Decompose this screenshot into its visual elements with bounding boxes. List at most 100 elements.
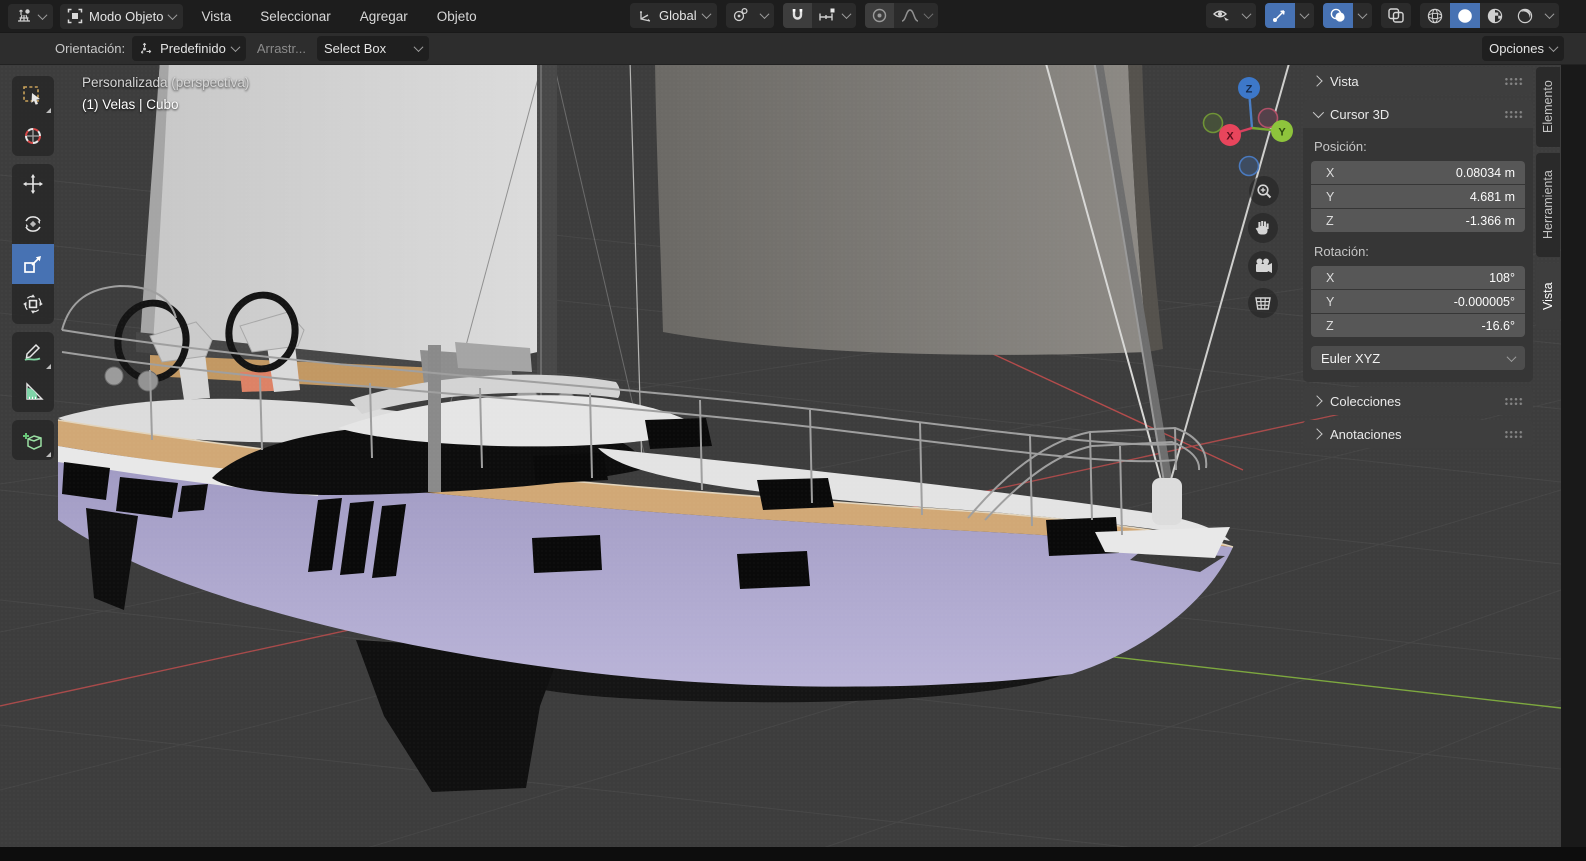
falloff-curve-icon xyxy=(901,9,918,22)
chevron-down-icon xyxy=(701,9,712,20)
panel-grip-handle[interactable] xyxy=(1504,430,1523,438)
toggle-perspective-button[interactable] xyxy=(1248,288,1278,318)
falloff-selector[interactable] xyxy=(894,3,938,28)
tool-select-box[interactable] xyxy=(12,76,54,116)
menu-agregar[interactable]: Agregar xyxy=(349,4,419,29)
cursor-rotation-z-field[interactable]: Z -16.6° xyxy=(1311,314,1525,337)
rotation-mode-dropdown[interactable]: Euler XYZ xyxy=(1311,346,1525,370)
pivot-point-icon xyxy=(733,7,748,22)
overlays-icon xyxy=(1330,8,1345,22)
panel-anotaciones-title: Anotaciones xyxy=(1330,426,1402,442)
cursor-position-z-field[interactable]: Z -1.366 m xyxy=(1311,209,1525,232)
chevron-down-icon xyxy=(37,9,48,20)
transform-icon xyxy=(23,294,43,314)
overlays-toggle[interactable] xyxy=(1323,3,1353,28)
menu-vista[interactable]: Vista xyxy=(190,4,242,29)
axis-value: 4.681 m xyxy=(1469,189,1515,204)
scale-icon xyxy=(24,256,41,273)
panel-anotaciones-header[interactable]: Anotaciones xyxy=(1303,420,1533,448)
cursor-rotation-x-field[interactable]: X 108° xyxy=(1311,266,1525,289)
shading-solid-icon xyxy=(1458,8,1472,23)
anchor-fitting xyxy=(1152,478,1182,525)
panel-vista[interactable]: Vista xyxy=(1303,67,1533,95)
gizmo-y-label: Y xyxy=(1278,127,1286,139)
active-object-breadcrumb: (1) Velas | Cubo xyxy=(82,97,179,112)
zoom-button[interactable] xyxy=(1249,176,1279,206)
object-visibility-selector[interactable] xyxy=(1206,3,1256,28)
object-mode-icon xyxy=(67,8,83,24)
shading-rendered-button[interactable] xyxy=(1510,3,1540,28)
panel-cursor-header[interactable]: Cursor 3D xyxy=(1303,100,1533,128)
shading-material-button[interactable] xyxy=(1480,3,1510,28)
snap-with-selector[interactable] xyxy=(812,3,856,28)
editor-type-button[interactable] xyxy=(8,3,53,29)
gizmo-neg-z-ball[interactable] xyxy=(1238,155,1260,177)
cursor-rotation-y-field[interactable]: Y -0.000005° xyxy=(1311,290,1525,313)
chevron-down-icon xyxy=(1548,42,1559,53)
tab-herramienta[interactable]: Herramienta xyxy=(1536,153,1560,257)
gizmos-selector[interactable] xyxy=(1265,3,1314,28)
pivot-point-selector[interactable] xyxy=(725,3,774,28)
sidebar: Vista Cursor 3D Posición: X 0.08034 m Y … xyxy=(1303,67,1533,453)
proportional-editing-toggle[interactable] xyxy=(864,3,894,28)
chevron-down-icon xyxy=(1506,351,1517,362)
cursor-rotation-fields: X 108° Y -0.000005° Z -16.6° xyxy=(1311,266,1525,337)
view-name-label: Personalizada (perspectiva) xyxy=(82,75,250,90)
tool-scale[interactable] xyxy=(12,244,54,284)
select-mode-dropdown[interactable]: Select Box xyxy=(317,36,429,61)
chevron-right-icon xyxy=(1311,75,1323,87)
panel-grip-handle[interactable] xyxy=(1504,397,1523,405)
move-icon xyxy=(23,174,43,194)
options-dropdown[interactable]: Opciones xyxy=(1482,36,1564,61)
chevron-down-icon xyxy=(923,9,934,20)
shading-solid-button[interactable] xyxy=(1450,3,1480,28)
tool-add-cube[interactable] xyxy=(12,420,54,460)
viewport-shading-group[interactable] xyxy=(1420,3,1559,28)
proportional-editing-controls[interactable] xyxy=(864,3,938,28)
tool-annotate[interactable] xyxy=(12,332,54,372)
snap-magnet-icon xyxy=(792,9,802,20)
snap-toggle[interactable] xyxy=(782,3,812,28)
gizmo-neg-y-ball[interactable] xyxy=(1202,112,1224,134)
shading-wireframe-button[interactable] xyxy=(1420,3,1450,28)
axis-label: X xyxy=(1326,270,1335,285)
rotate-icon xyxy=(25,216,41,232)
tool-cursor-3d[interactable] xyxy=(12,116,54,156)
tool-rotate[interactable] xyxy=(12,204,54,244)
camera-view-button[interactable] xyxy=(1248,251,1278,281)
gizmos-toggle[interactable] xyxy=(1265,3,1295,28)
tool-move[interactable] xyxy=(12,164,54,204)
axis-label: X xyxy=(1326,165,1335,180)
mode-selector[interactable]: Modo Objeto xyxy=(60,3,184,29)
tab-elem ento[interactable]: Elemento xyxy=(1536,67,1560,147)
shading-wireframe-icon xyxy=(1427,8,1443,23)
xray-toggle[interactable] xyxy=(1381,3,1411,28)
axis-value: -0.000005° xyxy=(1453,294,1515,309)
gizmos-icon xyxy=(1273,10,1285,22)
hull-window xyxy=(532,535,602,573)
navigation-gizmo[interactable]: Z X Y xyxy=(1190,72,1310,187)
chevron-down-icon xyxy=(167,9,178,20)
editor-type-3d-viewport-icon xyxy=(18,9,30,22)
axis-value: 0.08034 m xyxy=(1455,165,1515,180)
snapping-controls[interactable] xyxy=(782,3,856,28)
panel-colecciones[interactable]: Colecciones xyxy=(1303,387,1533,415)
overlays-selector[interactable] xyxy=(1323,3,1372,28)
transform-orientation-selector[interactable]: Global xyxy=(630,3,717,28)
panel-grip-handle[interactable] xyxy=(1504,110,1523,118)
panel-colecciones-header[interactable]: Colecciones xyxy=(1303,387,1533,415)
panel-vista-header[interactable]: Vista xyxy=(1303,67,1533,95)
cursor-position-y-field[interactable]: Y 4.681 m xyxy=(1311,185,1525,208)
panel-anotaciones[interactable]: Anotaciones xyxy=(1303,420,1533,448)
panel-grip-handle[interactable] xyxy=(1504,77,1523,85)
pan-button[interactable] xyxy=(1248,213,1278,243)
panel-cursor-3d[interactable]: Cursor 3D Posición: X 0.08034 m Y 4.681 … xyxy=(1303,100,1533,382)
pan-hand-icon xyxy=(1255,221,1269,235)
tool-measure[interactable] xyxy=(12,372,54,412)
cursor-position-x-field[interactable]: X 0.08034 m xyxy=(1311,161,1525,184)
menu-objeto[interactable]: Objeto xyxy=(426,4,488,29)
tab-vista[interactable]: Vista xyxy=(1536,263,1560,329)
menu-seleccionar[interactable]: Seleccionar xyxy=(249,4,342,29)
orientation-preset-dropdown[interactable]: Predefinido xyxy=(132,36,246,61)
tool-transform[interactable] xyxy=(12,284,54,324)
